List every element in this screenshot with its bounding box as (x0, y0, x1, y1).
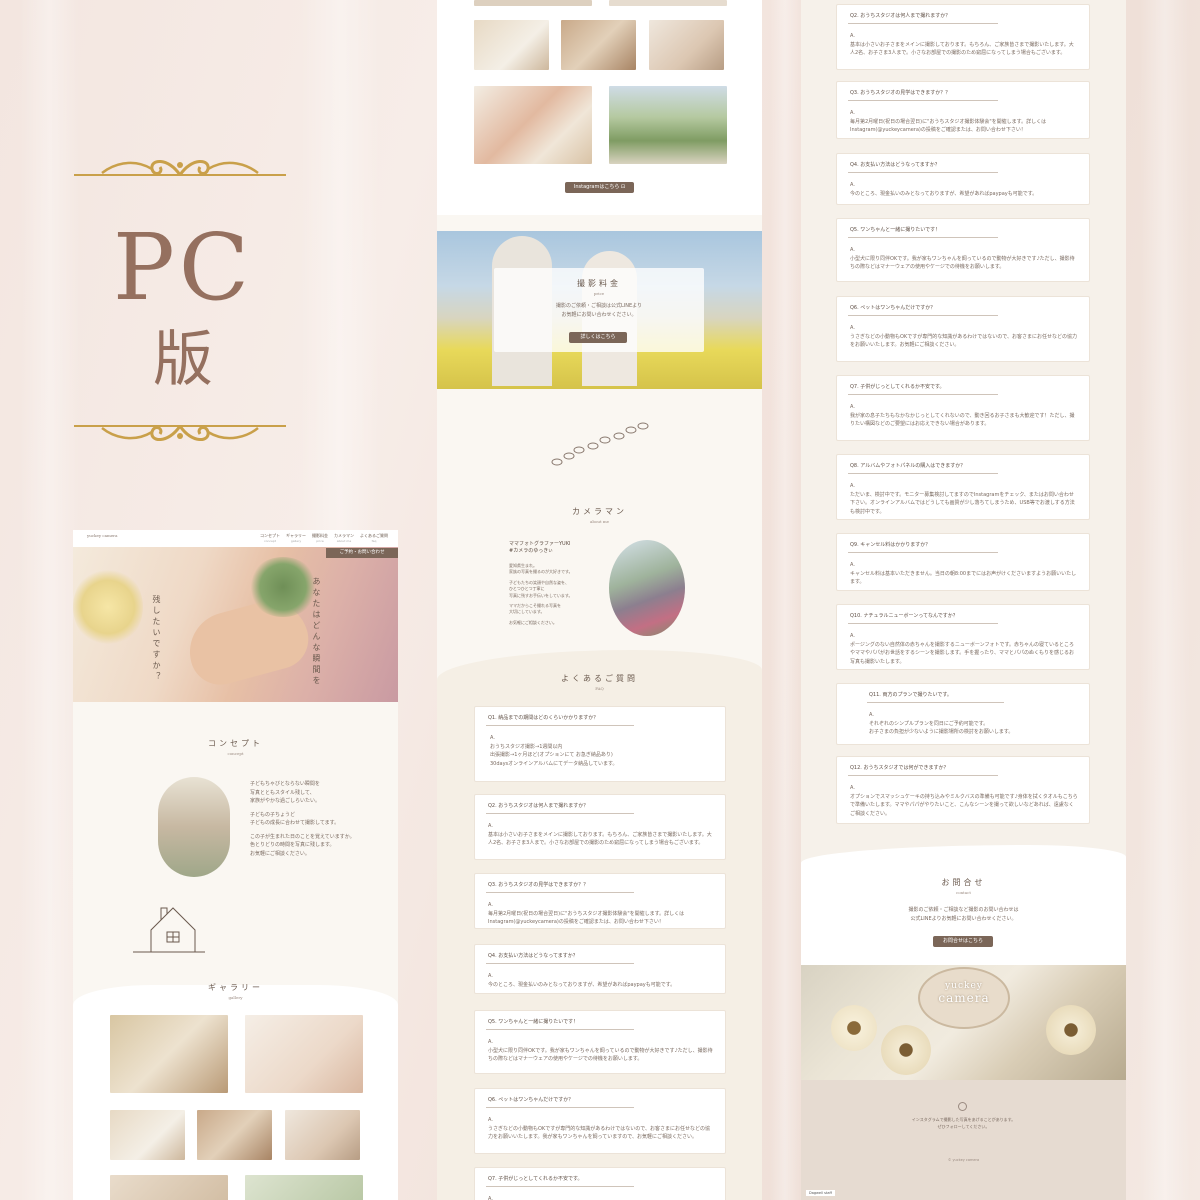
photographer-photo (609, 540, 685, 636)
gold-ornament-top-icon (74, 160, 286, 176)
faq-item[interactable]: Q9. キャンセル料はかかりますか？ A. キャンセル料は基本いただきません。当… (836, 533, 1090, 591)
faq-item[interactable]: Q11. 両方のプランで撮りたいです。 A. それぞれのシンプルプランを同日にご… (836, 683, 1090, 745)
photographer-name: ママフォトグラファーYUKI #カメラのゆっきぃ (509, 541, 571, 554)
gallery-photo[interactable] (474, 0, 592, 6)
concept-photo (158, 777, 230, 877)
brand-badge: yuckey camera (918, 967, 1010, 1029)
gallery-photo[interactable] (609, 86, 727, 164)
price-en: price (593, 291, 605, 296)
gallery-photo[interactable] (110, 1175, 228, 1200)
faq-heading: よくあるご質問 FAQ (561, 674, 638, 691)
footer-badge: Dagwell staff (806, 1190, 835, 1196)
gallery-photo[interactable] (285, 1110, 360, 1160)
nav-item-about[interactable]: カメラマン about me (334, 533, 354, 543)
faq-item[interactable]: Q3. おうちスタジオの見学はできますか？？ A. 毎月第2月曜日(祝日の場合翌… (836, 81, 1090, 139)
instagram-button[interactable]: Instagramはこちら ⊡ (565, 182, 634, 193)
banner-subtitle: 版 (153, 325, 213, 395)
site-logo[interactable]: yuckey camera (87, 533, 117, 538)
concept-heading: コンセプト concept (208, 739, 263, 756)
site-footer: インスタグラムで撮影した写真をあげることがあります。 ぜひフォローしてください。… (801, 1080, 1126, 1200)
faq-item[interactable]: Q7. 子供がじっとしてくれるか不安です。 A. (474, 1167, 726, 1200)
price-card: 撮影料金 price 撮影のご依頼・ご相談は公式LINEより お気軽にお問い合わ… (494, 268, 704, 352)
price-details-button[interactable]: 詳しくはこちら (569, 332, 627, 343)
gallery-photo[interactable] (649, 20, 724, 70)
faq-item[interactable]: Q12. おうちスタジオでは何ができますか？ A. オプションでスマッシュケーキ… (836, 756, 1090, 824)
faq-item[interactable]: Q7. 子供がじっとしてくれるか不安です。 A. 我が家の息子たちもなかなかじっ… (836, 375, 1090, 441)
faq-item[interactable]: Q6. ペットはワンちゃんだけですか？ A. うさぎなどの小動物もOKですが専門… (836, 296, 1090, 362)
faq-item[interactable]: Q6. ペットはワンちゃんだけですか？ A. うさぎなどの小動物もOKですが専門… (474, 1088, 726, 1154)
site-header: yuckey camera コンセプト concept ギャラリー gallery … (73, 530, 398, 547)
faq-item[interactable]: Q10. ナチュラルニューボーンってなんですか？ A. ポージングのない自然体の… (836, 604, 1090, 670)
price-title: 撮影料金 (577, 279, 621, 288)
banner-title: PC (112, 214, 254, 321)
concept-body: 子どもちゃびとならない瞬間を 写真とともスタイル残して、 家族がやかな過ごしらい… (250, 781, 355, 857)
instagram-icon[interactable] (958, 1102, 967, 1111)
faq-item[interactable]: Q2. おうちスタジオは何人まで撮れますか？ A. 基本は小さいお子さまをメイン… (474, 794, 726, 860)
faq-item[interactable]: Q4. お支払い方法はどうなってますか？ A. 今のところ、現金払いのみとなって… (836, 153, 1090, 205)
plant-shape (248, 557, 318, 617)
gallery-photo[interactable] (474, 20, 549, 70)
footer-text: インスタグラムで撮影した写真をあげることがあります。 ぜひフォローしてください。 (911, 1117, 1016, 1129)
gold-ornament-bottom-icon (74, 425, 286, 441)
curtain-fold (20, 0, 80, 1200)
flower-blur (73, 567, 143, 647)
footer-copyright: © yuckey camera (947, 1158, 980, 1162)
photographer-heading: カメラマン about me (572, 507, 627, 524)
gallery-photo[interactable] (609, 0, 727, 6)
pc-preview-top: yuckey camera コンセプト concept ギャラリー gallery … (73, 530, 398, 1200)
pc-preview-bottom: Q2. おうちスタジオは何人まで撮れますか？ A. 基本は小さいお子さまをメイン… (801, 0, 1126, 1200)
footprints-icon (551, 422, 649, 466)
flower-banner-image: yuckey camera (801, 965, 1126, 1080)
gallery-photo[interactable] (561, 20, 636, 70)
faq-item[interactable]: Q2. おうちスタジオは何人まで撮れますか？ A. 基本は小さいお子さまをメイン… (836, 4, 1090, 70)
price-body: 撮影のご依頼・ご相談は公式LINEより お気軽にお問い合わせください。 (555, 303, 643, 318)
contact-body: 撮影のご依頼・ご相談など撮影のお問い合わせは 公式LINEよりお気軽にお問い合わ… (908, 907, 1019, 922)
sunflower-shape (1046, 1005, 1096, 1055)
pc-preview-middle: Instagramはこちら ⊡ 撮影料金 price 撮影のご依頼・ご相談は公式… (437, 0, 762, 1200)
hero-text-2: あなたはどんな瞬間を (312, 577, 321, 687)
contact-tab-button[interactable]: ご予約・お問い合わせ (326, 548, 398, 558)
faq-item[interactable]: Q4. お支払い方法はどうなってますか？ A. 今のところ、現金払いのみとなって… (474, 944, 726, 994)
faq-item[interactable]: Q5. ワンちゃんと一緒に撮りたいです！ A. 小型犬に限り同伴OKです。我が家… (474, 1010, 726, 1074)
curtain-fold (1140, 0, 1190, 1200)
gallery-photo[interactable] (245, 1175, 363, 1200)
contact-button[interactable]: お問合せはこちら (933, 936, 993, 947)
nav-item-faq[interactable]: よくあるご質問 faq (360, 533, 388, 543)
faq-item[interactable]: Q1. 納品までの期間はどのくらいかかりますか？ A. おうちスタジオ撮影→1週… (474, 706, 726, 782)
hero-text-1: 残したいですか？ (152, 595, 161, 683)
sunflower-shape (881, 1025, 931, 1075)
gallery-photo[interactable] (474, 86, 592, 164)
house-icon (133, 907, 205, 953)
photographer-body: 愛知県生まれ。 家族の写真を撮るのが大好きです。 子どもたちの笑顔や自然な姿を、… (509, 563, 573, 625)
faq-item[interactable]: Q5. ワンちゃんと一緒に撮りたいです！ A. 小型犬に限り同伴OKです。我が家… (836, 218, 1090, 282)
gallery-photo[interactable] (197, 1110, 272, 1160)
faq-item[interactable]: Q8. アルバムやフォトパネルの購入はできますか？ A. ただいま、検討中です。… (836, 454, 1090, 520)
curtain-fold (770, 0, 800, 1200)
gallery-photo[interactable] (110, 1110, 185, 1160)
gallery-heading: ギャラリー gallery (208, 983, 263, 1000)
nav-item-gallery[interactable]: ギャラリー gallery (286, 533, 306, 543)
gallery-photo[interactable] (110, 1015, 228, 1093)
contact-heading: お問合せ contact (941, 878, 986, 895)
faq-item[interactable]: Q3. おうちスタジオの見学はできますか？？ A. 毎月第2月曜日(祝日の場合翌… (474, 873, 726, 929)
site-nav: コンセプト concept ギャラリー gallery 撮影料金 price カメラマ… (260, 533, 388, 543)
nav-item-concept[interactable]: コンセプト concept (260, 533, 280, 543)
nav-item-price[interactable]: 撮影料金 price (312, 533, 328, 543)
sunflower-shape (831, 1005, 877, 1051)
gallery-photo[interactable] (245, 1015, 363, 1093)
hero-image: 残したいですか？ あなたはどんな瞬間を ご予約・お問い合わせ (73, 547, 398, 702)
